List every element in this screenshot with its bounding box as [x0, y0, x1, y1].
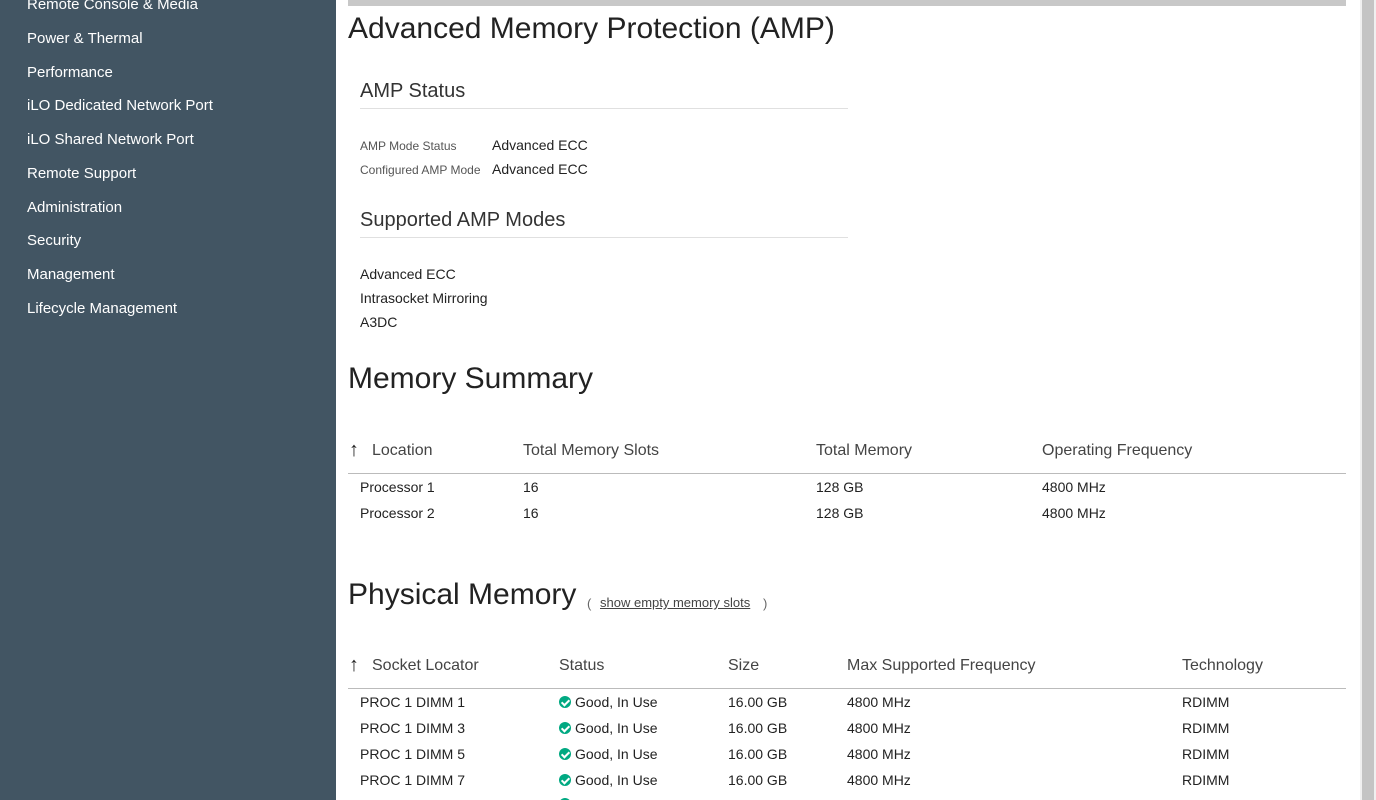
- column-header-socket-locator[interactable]: Socket Locator: [372, 657, 479, 675]
- cell-location: Processor 2: [360, 505, 435, 521]
- check-circle-icon: [559, 774, 571, 786]
- cell-socket-locator: PROC 1 DIMM 1: [360, 694, 466, 710]
- cell-total-memory: 128 GB: [816, 505, 864, 521]
- cell-technology: RDIMM: [1182, 720, 1230, 736]
- cell-status: Good, In Use: [559, 746, 658, 762]
- supported-mode-item: Intrasocket Mirroring: [360, 290, 488, 306]
- arrow-up-icon[interactable]: ↑: [349, 440, 359, 460]
- column-header-total-memory-slots[interactable]: Total Memory Slots: [523, 442, 659, 460]
- cell-operating-frequency: 4800 MHz: [1042, 505, 1106, 521]
- configured-amp-mode-label: Configured AMP Mode: [360, 163, 481, 177]
- check-circle-icon: [559, 696, 571, 708]
- sidebar-item-lifecycle-management[interactable]: Lifecycle Management: [27, 300, 177, 317]
- sidebar-item-ilo-shared-network-port[interactable]: iLO Shared Network Port: [27, 131, 194, 148]
- cell-status: Good, In Use: [559, 694, 658, 710]
- column-header-total-memory[interactable]: Total Memory: [816, 442, 912, 460]
- sidebar: Remote Console & Media Power & Thermal P…: [0, 0, 336, 800]
- supported-mode-item: A3DC: [360, 314, 398, 330]
- cell-socket-locator: PROC 1 DIMM 7: [360, 772, 466, 788]
- summary-header-divider: [348, 473, 1346, 474]
- sidebar-item-remote-console-media[interactable]: Remote Console & Media: [27, 0, 198, 13]
- status-text: Good, In Use: [575, 746, 658, 762]
- cell-operating-frequency: 4800 MHz: [1042, 479, 1106, 495]
- supported-mode-item: Advanced ECC: [360, 266, 456, 282]
- supported-amp-modes-divider: [360, 237, 848, 238]
- amp-title: Advanced Memory Protection (AMP): [348, 12, 835, 45]
- column-header-operating-frequency[interactable]: Operating Frequency: [1042, 442, 1192, 460]
- column-header-technology[interactable]: Technology: [1182, 657, 1263, 675]
- show-empty-memory-slots-link[interactable]: show empty memory slots: [600, 595, 750, 610]
- amp-mode-status-label: AMP Mode Status: [360, 139, 457, 153]
- sidebar-item-security[interactable]: Security: [27, 232, 81, 249]
- cell-size: 16.00 GB: [728, 720, 788, 736]
- cell-socket-locator: PROC 1 DIMM 3: [360, 720, 466, 736]
- cell-technology: RDIMM: [1182, 772, 1230, 788]
- cell-technology: RDIMM: [1182, 746, 1230, 762]
- physical-header-divider: [348, 688, 1346, 689]
- amp-status-divider: [360, 108, 848, 109]
- cell-size: 16.00 GB: [728, 746, 788, 762]
- cell-max-supported-frequency: 4800 MHz: [847, 694, 911, 710]
- sidebar-item-performance[interactable]: Performance: [27, 64, 113, 81]
- cell-max-supported-frequency: 4800 MHz: [847, 746, 911, 762]
- column-header-location[interactable]: Location: [372, 442, 433, 460]
- scrollbar-thumb[interactable]: [1362, 0, 1374, 800]
- column-header-max-supported-frequency[interactable]: Max Supported Frequency: [847, 657, 1036, 675]
- column-header-size[interactable]: Size: [728, 657, 759, 675]
- arrow-up-icon[interactable]: ↑: [349, 655, 359, 675]
- status-text: Good, In Use: [575, 720, 658, 736]
- paren-close: ): [763, 596, 768, 611]
- sidebar-item-administration[interactable]: Administration: [27, 199, 122, 216]
- cell-status: Good, In Use: [559, 772, 658, 788]
- cell-size: 16.00 GB: [728, 694, 788, 710]
- top-bar: [348, 0, 1346, 6]
- memory-summary-title: Memory Summary: [348, 362, 594, 395]
- status-text: Good, In Use: [575, 772, 658, 788]
- supported-amp-modes-heading: Supported AMP Modes: [360, 209, 566, 231]
- sidebar-item-power-thermal[interactable]: Power & Thermal: [27, 30, 143, 47]
- cell-socket-locator: PROC 1 DIMM 5: [360, 746, 466, 762]
- sidebar-item-ilo-dedicated-network-port[interactable]: iLO Dedicated Network Port: [27, 97, 213, 114]
- sidebar-item-management[interactable]: Management: [27, 266, 115, 283]
- cell-status-partial: [559, 796, 575, 800]
- cell-total-memory-slots: 16: [523, 479, 539, 495]
- check-circle-icon: [559, 748, 571, 760]
- status-text: Good, In Use: [575, 694, 658, 710]
- cell-max-supported-frequency: 4800 MHz: [847, 720, 911, 736]
- amp-mode-status-value: Advanced ECC: [492, 137, 588, 153]
- cell-location: Processor 1: [360, 479, 435, 495]
- cell-max-supported-frequency: 4800 MHz: [847, 772, 911, 788]
- sidebar-item-remote-support[interactable]: Remote Support: [27, 165, 136, 182]
- amp-status-heading: AMP Status: [360, 80, 466, 102]
- paren-open: (: [587, 596, 592, 611]
- physical-memory-title: Physical Memory: [348, 578, 577, 611]
- column-header-status[interactable]: Status: [559, 657, 604, 675]
- cell-total-memory-slots: 16: [523, 505, 539, 521]
- cell-status: Good, In Use: [559, 720, 658, 736]
- cell-total-memory: 128 GB: [816, 479, 864, 495]
- configured-amp-mode-value: Advanced ECC: [492, 161, 588, 177]
- check-circle-icon: [559, 722, 571, 734]
- main-content: Advanced Memory Protection (AMP) AMP Sta…: [336, 0, 1360, 800]
- cell-size: 16.00 GB: [728, 772, 788, 788]
- cell-technology: RDIMM: [1182, 694, 1230, 710]
